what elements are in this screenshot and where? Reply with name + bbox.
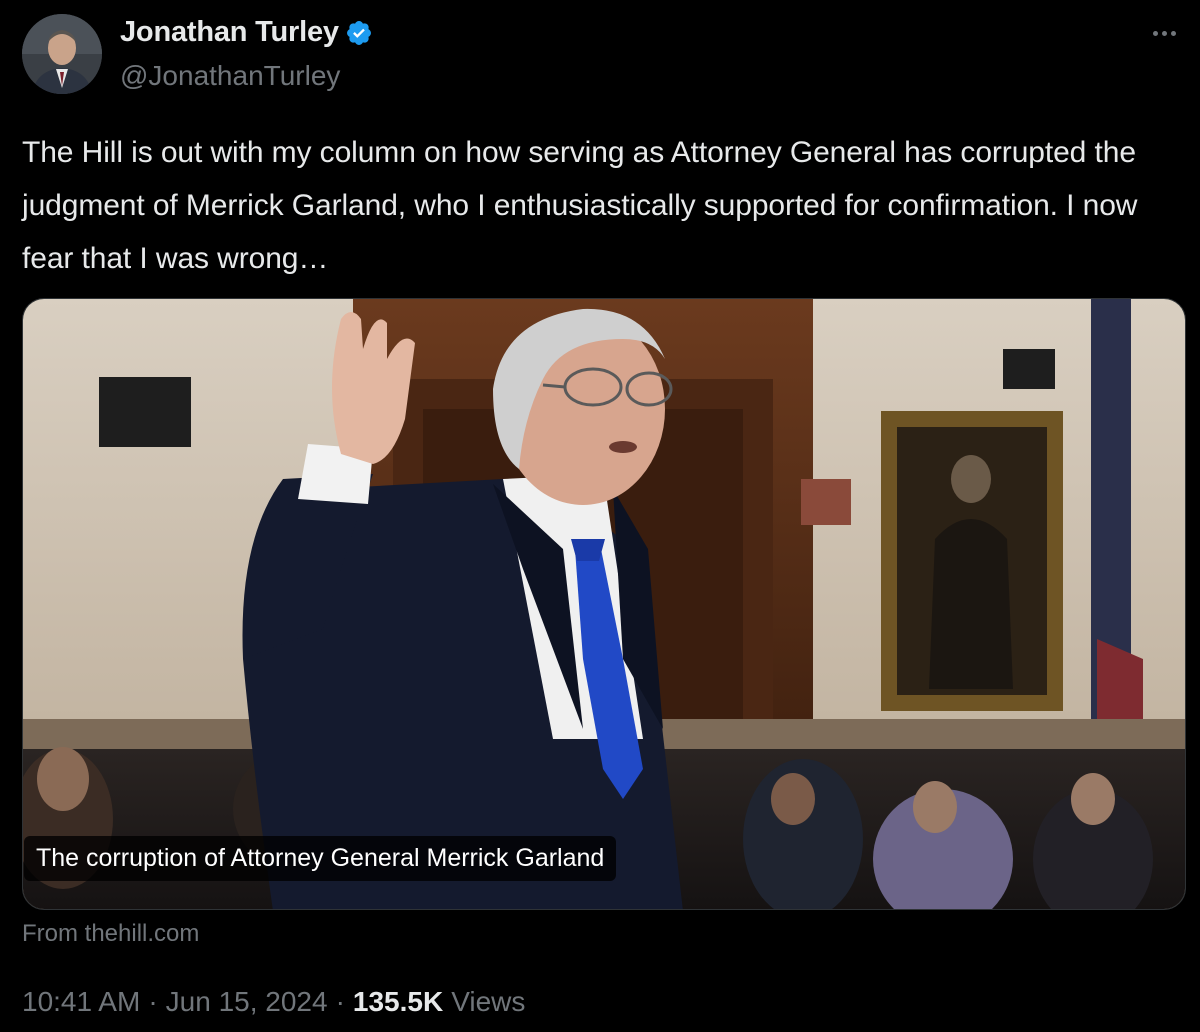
- tweet-text: The Hill is out with my column on how se…: [22, 136, 1138, 275]
- author-name[interactable]: Jonathan Turley: [120, 16, 373, 49]
- link-card[interactable]: [22, 298, 1186, 910]
- meta-separator: ·: [148, 986, 158, 1017]
- author-handle[interactable]: @JonathanTurley: [120, 60, 340, 92]
- tweet-meta: 10:41 AM · Jun 15, 2024 · 135.5K Views: [22, 986, 525, 1018]
- card-source-link[interactable]: From thehill.com: [22, 920, 199, 948]
- tweet-date[interactable]: Jun 15, 2024: [166, 986, 328, 1018]
- card-image: [23, 299, 1185, 909]
- tweet: Jonathan Turley @JonathanTurley The Hill…: [0, 0, 1200, 1032]
- more-options-icon[interactable]: [1144, 18, 1184, 48]
- card-caption: The corruption of Attorney General Merri…: [24, 836, 617, 881]
- author-name-text: Jonathan Turley: [120, 16, 339, 48]
- meta-separator: ·: [335, 986, 345, 1017]
- tweet-time[interactable]: 10:41 AM: [22, 986, 140, 1018]
- views-label: Views: [451, 986, 526, 1017]
- avatar-image: [22, 14, 102, 94]
- avatar[interactable]: [22, 14, 102, 94]
- views-count[interactable]: 135.5K: [353, 986, 443, 1018]
- verified-badge-icon[interactable]: [345, 19, 373, 47]
